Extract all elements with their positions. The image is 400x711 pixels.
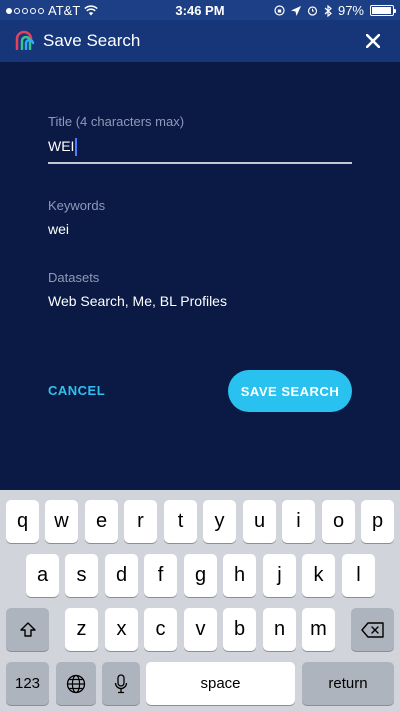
key-j[interactable]: j <box>263 554 296 597</box>
battery-icon <box>370 5 396 16</box>
key-h[interactable]: h <box>223 554 256 597</box>
datasets-label: Datasets <box>48 270 100 285</box>
key-p[interactable]: p <box>361 500 394 543</box>
status-right: 97% <box>274 3 396 18</box>
key-g[interactable]: g <box>184 554 217 597</box>
key-r[interactable]: r <box>124 500 157 543</box>
key-f[interactable]: f <box>144 554 177 597</box>
backspace-key[interactable] <box>351 608 394 651</box>
key-x[interactable]: x <box>105 608 138 651</box>
key-c[interactable]: c <box>144 608 177 651</box>
numbers-key[interactable]: 123 <box>6 662 49 705</box>
key-s[interactable]: s <box>65 554 98 597</box>
key-m[interactable]: m <box>302 608 335 651</box>
close-icon <box>366 34 380 48</box>
keywords-value: wei <box>48 221 70 237</box>
title-input[interactable]: WEI <box>48 138 352 164</box>
save-search-form: Title (4 characters max) WEI Keywords we… <box>0 62 400 490</box>
title-input-value: WEI <box>48 138 75 154</box>
backspace-icon <box>360 621 384 638</box>
alarm-clock-icon <box>307 6 318 16</box>
space-key[interactable]: space <box>146 662 295 705</box>
location-arrow-icon <box>290 5 301 16</box>
battery-percent: 97% <box>337 3 364 18</box>
microphone-icon <box>114 673 128 693</box>
key-y[interactable]: y <box>203 500 236 543</box>
key-a[interactable]: a <box>26 554 59 597</box>
page-title: Save Search <box>43 31 141 50</box>
app-logo-icon <box>15 30 35 50</box>
key-d[interactable]: d <box>105 554 138 597</box>
key-e[interactable]: e <box>85 500 118 543</box>
bluetooth-icon <box>324 4 332 17</box>
key-k[interactable]: k <box>302 554 335 597</box>
key-q[interactable]: q <box>6 500 39 543</box>
key-u[interactable]: u <box>243 500 276 543</box>
close-button[interactable] <box>358 26 388 56</box>
keywords-label: Keywords <box>48 198 106 213</box>
app-header: Save Search <box>0 20 400 62</box>
key-t[interactable]: t <box>164 500 197 543</box>
key-n[interactable]: n <box>263 608 296 651</box>
return-key[interactable]: return <box>302 662 394 705</box>
key-v[interactable]: v <box>184 608 217 651</box>
status-bar: AT&T 3:46 PM 97% <box>0 0 400 20</box>
cancel-button[interactable]: CANCEL <box>48 372 138 408</box>
rotation-lock-icon <box>274 5 285 16</box>
key-l[interactable]: l <box>342 554 375 597</box>
key-i[interactable]: i <box>282 500 315 543</box>
save-search-button[interactable]: SAVE SEARCH <box>228 370 352 412</box>
text-caret <box>75 138 78 157</box>
globe-key[interactable] <box>56 662 96 705</box>
keyboard: q w e r t y u i o p a s d f g h j k l z … <box>0 490 400 711</box>
key-w[interactable]: w <box>45 500 78 543</box>
key-o[interactable]: o <box>322 500 355 543</box>
globe-icon <box>66 674 86 693</box>
key-b[interactable]: b <box>223 608 256 651</box>
shift-key[interactable] <box>6 608 49 651</box>
key-z[interactable]: z <box>65 608 98 651</box>
title-label: Title (4 characters max) <box>48 114 185 129</box>
datasets-value: Web Search, Me, BL Profiles <box>48 293 227 309</box>
dictation-key[interactable] <box>102 662 140 705</box>
shift-icon <box>19 621 36 637</box>
